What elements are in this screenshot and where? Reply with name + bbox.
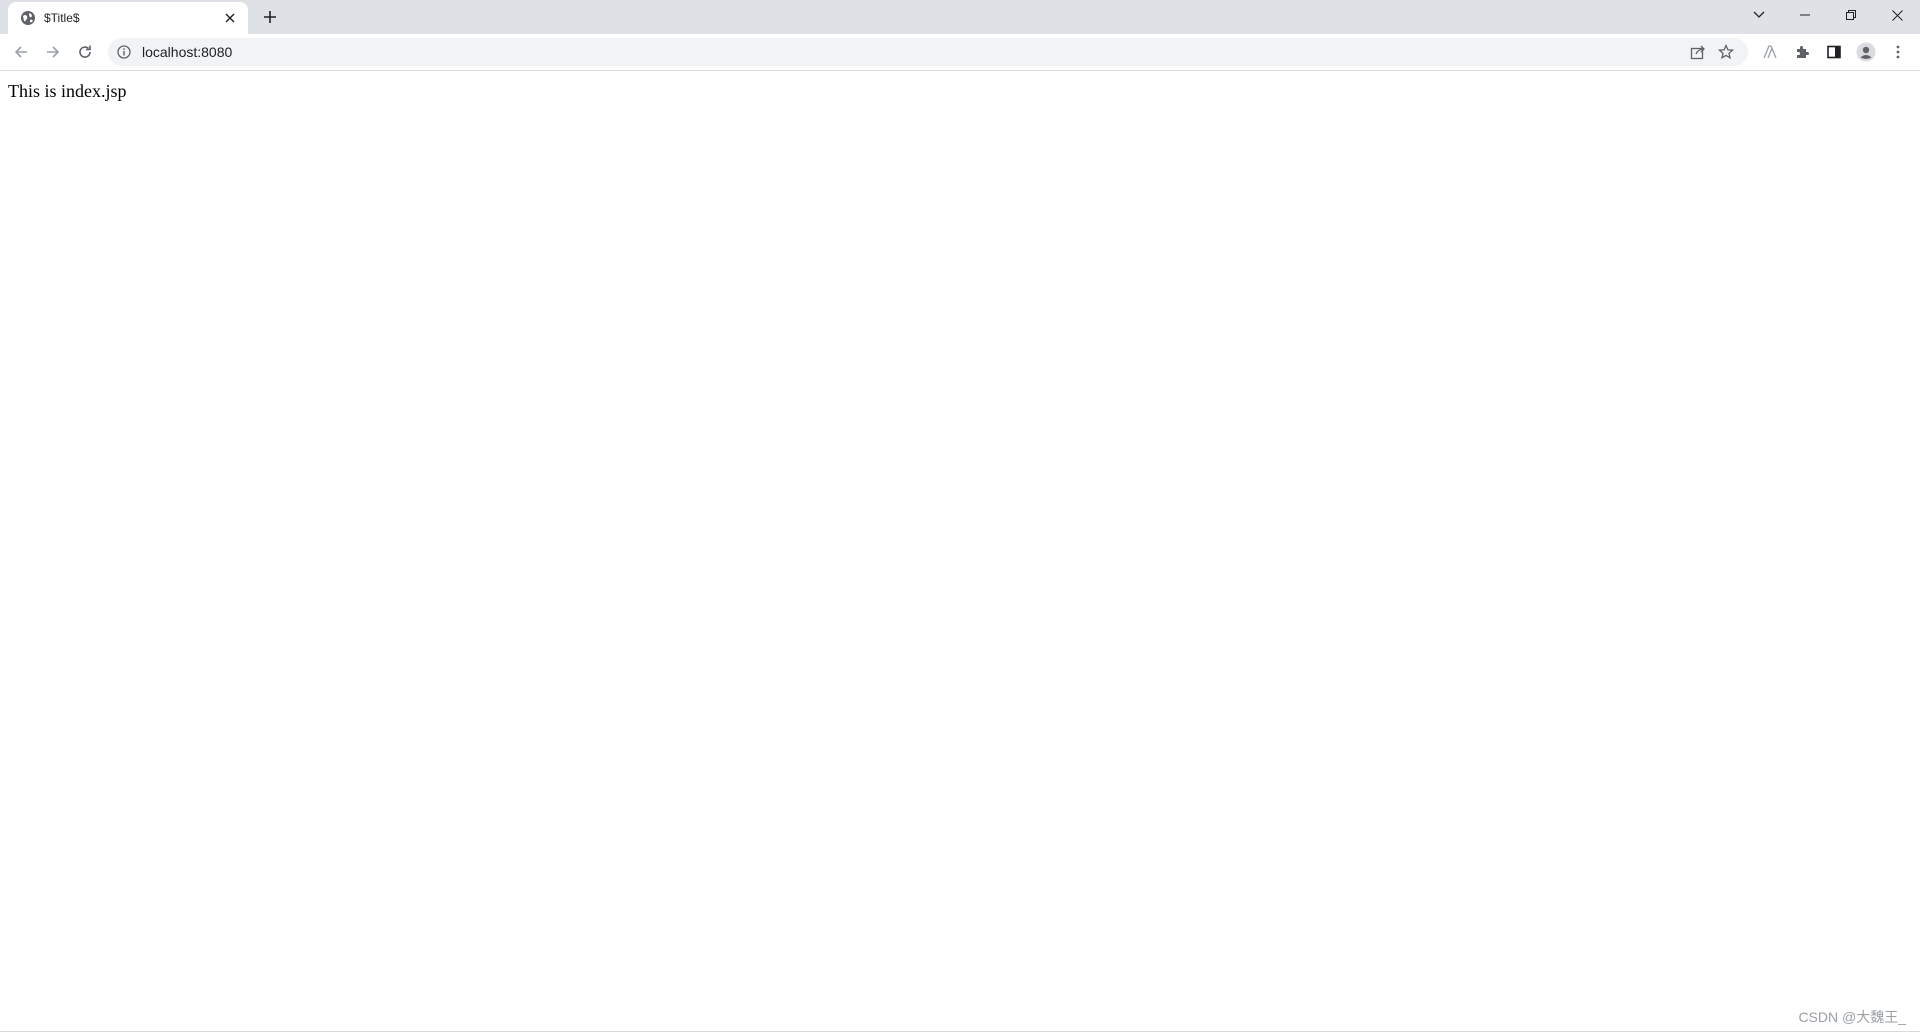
page-content: This is index.jsp (0, 71, 1920, 1033)
restore-icon[interactable] (1828, 0, 1874, 30)
plus-icon[interactable] (258, 5, 282, 29)
tab-search-icon[interactable] (1736, 0, 1782, 30)
tab-strip: $Title$ (0, 0, 1920, 34)
active-tab[interactable]: $Title$ (8, 2, 248, 34)
profile-avatar-icon[interactable] (1854, 40, 1878, 64)
bookmark-star-icon[interactable] (1716, 42, 1736, 62)
close-icon[interactable] (222, 10, 238, 26)
reload-icon[interactable] (73, 40, 97, 64)
page-body-text: This is index.jsp (8, 81, 127, 101)
bottom-divider (0, 1031, 1920, 1032)
extension-a-icon[interactable] (1758, 40, 1782, 64)
more-menu-icon[interactable] (1886, 40, 1910, 64)
globe-icon (20, 10, 36, 26)
address-bar[interactable]: localhost:8080 (108, 38, 1748, 66)
side-panel-icon[interactable] (1822, 40, 1846, 64)
puzzle-icon[interactable] (1790, 40, 1814, 64)
info-icon[interactable] (116, 44, 132, 60)
share-icon[interactable] (1688, 42, 1708, 62)
window-close-icon[interactable] (1874, 0, 1920, 30)
browser-window: $Title$ localhost:8080 This is index.jsp… (0, 0, 1920, 1033)
forward-arrow-icon[interactable] (41, 40, 65, 64)
minimize-icon[interactable] (1782, 0, 1828, 30)
watermark: CSDN @大魏王_ (1798, 1009, 1906, 1025)
address-url[interactable]: localhost:8080 (142, 45, 232, 60)
back-arrow-icon[interactable] (9, 40, 33, 64)
tab-title: $Title$ (44, 11, 80, 25)
browser-toolbar: localhost:8080 (0, 34, 1920, 71)
